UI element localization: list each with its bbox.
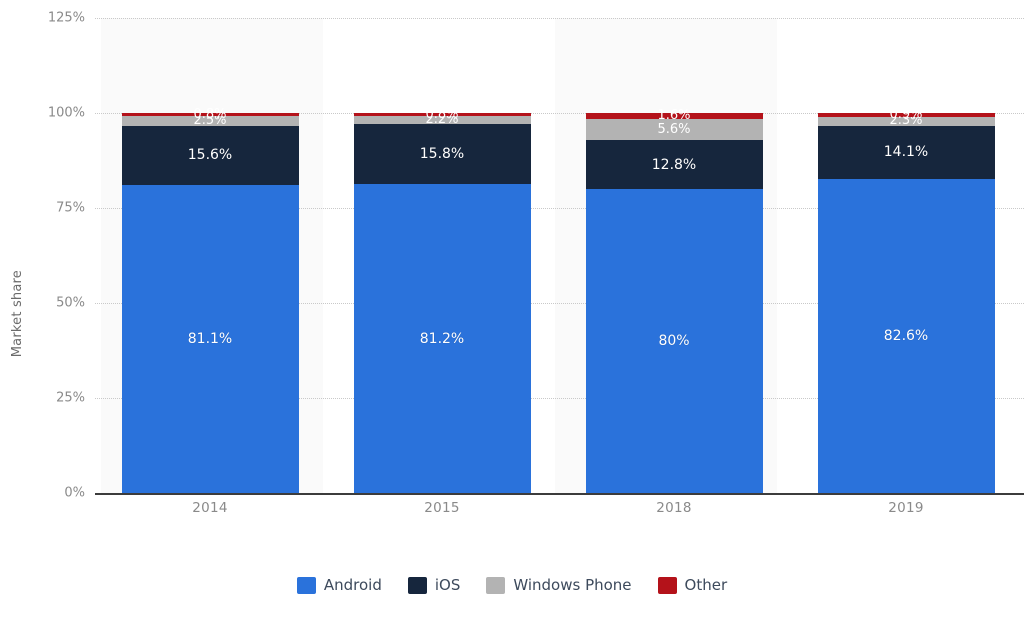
segment-value-label: 80%: [658, 333, 690, 349]
segment-value-label: 81.2%: [419, 330, 465, 347]
bar-segment-other[interactable]: [353, 113, 531, 117]
y-axis-title: Market share: [10, 270, 25, 358]
bar-segment-ios[interactable]: 15.8%: [353, 124, 531, 185]
bar-segment-windows-phone[interactable]: [353, 116, 531, 125]
x-axis-tick-label: 2018: [656, 500, 692, 516]
bar-segment-android[interactable]: 82.6%: [817, 179, 995, 493]
axis-baseline: [95, 493, 1024, 495]
bar-segment-android[interactable]: 80%: [585, 189, 763, 493]
y-axis-tick-label: 25%: [56, 390, 85, 406]
legend-label: Windows Phone: [513, 576, 632, 594]
y-axis-tick-label: 0%: [64, 485, 85, 501]
segment-value-label: 81.1%: [187, 330, 233, 347]
bar-group[interactable]: 81.1% 15.6% 2.5% 0.8%: [121, 18, 299, 493]
bar-segment-other[interactable]: [585, 113, 763, 120]
bar-group[interactable]: 82.6% 14.1% 2.3% 0.9%: [817, 18, 995, 493]
stacked-bar-chart: Market share 0% 25% 50% 75% 100% 125% 81.1% 15…: [0, 0, 1024, 619]
y-axis-tick-label: 50%: [56, 295, 85, 311]
segment-value-label: 15.6%: [187, 147, 233, 164]
bar-segment-windows-phone[interactable]: [121, 116, 299, 126]
y-axis-tick-label: 125%: [47, 10, 85, 26]
bar-segment-ios[interactable]: 12.8%: [585, 140, 763, 189]
segment-value-label: 12.8%: [651, 156, 697, 173]
y-axis-tick-label: 100%: [47, 105, 85, 121]
legend-label: Android: [323, 576, 382, 594]
chart-legend: Android iOS Windows Phone Other: [0, 576, 1024, 594]
bar-group[interactable]: 81.2% 15.8% 2.2% 0.8%: [353, 18, 531, 493]
segment-value-label: 15.8%: [419, 146, 465, 163]
bar-segment-android[interactable]: 81.1%: [121, 184, 299, 493]
bar-segment-windows-phone[interactable]: [585, 119, 763, 141]
plot-area: 0% 25% 50% 75% 100% 125% 81.1% 15.6% 2.5% 0.8% 81…: [48, 11, 1024, 501]
legend-swatch-icon: [407, 576, 427, 594]
segment-value-label: 14.1%: [883, 144, 929, 161]
legend-swatch-icon: [296, 576, 316, 594]
bar-segment-ios[interactable]: 15.6%: [121, 125, 299, 185]
legend-swatch-icon: [486, 576, 506, 594]
bar-segment-ios[interactable]: 14.1%: [817, 125, 995, 180]
segment-value-label: 82.6%: [883, 328, 929, 345]
bar-segment-android[interactable]: 81.2%: [353, 184, 531, 493]
legend-swatch-icon: [657, 576, 677, 594]
bar-group[interactable]: 80% 12.8% 5.6% 1.6%: [585, 18, 763, 493]
legend-item-ios[interactable]: iOS: [407, 576, 461, 594]
x-axis-tick-label: 2014: [192, 500, 228, 516]
legend-item-windows-phone[interactable]: Windows Phone: [486, 576, 632, 594]
x-axis-tick-label: 2019: [888, 500, 924, 516]
legend-label: Other: [684, 576, 728, 594]
legend-item-other[interactable]: Other: [657, 576, 728, 594]
bar-segment-other[interactable]: [121, 113, 299, 117]
bar-segment-windows-phone[interactable]: [817, 116, 995, 126]
y-axis-tick-label: 75%: [56, 200, 85, 216]
bar-segment-other[interactable]: [817, 113, 995, 117]
legend-item-android[interactable]: Android: [296, 576, 382, 594]
x-axis-tick-label: 2015: [424, 500, 460, 516]
legend-label: iOS: [434, 576, 461, 594]
